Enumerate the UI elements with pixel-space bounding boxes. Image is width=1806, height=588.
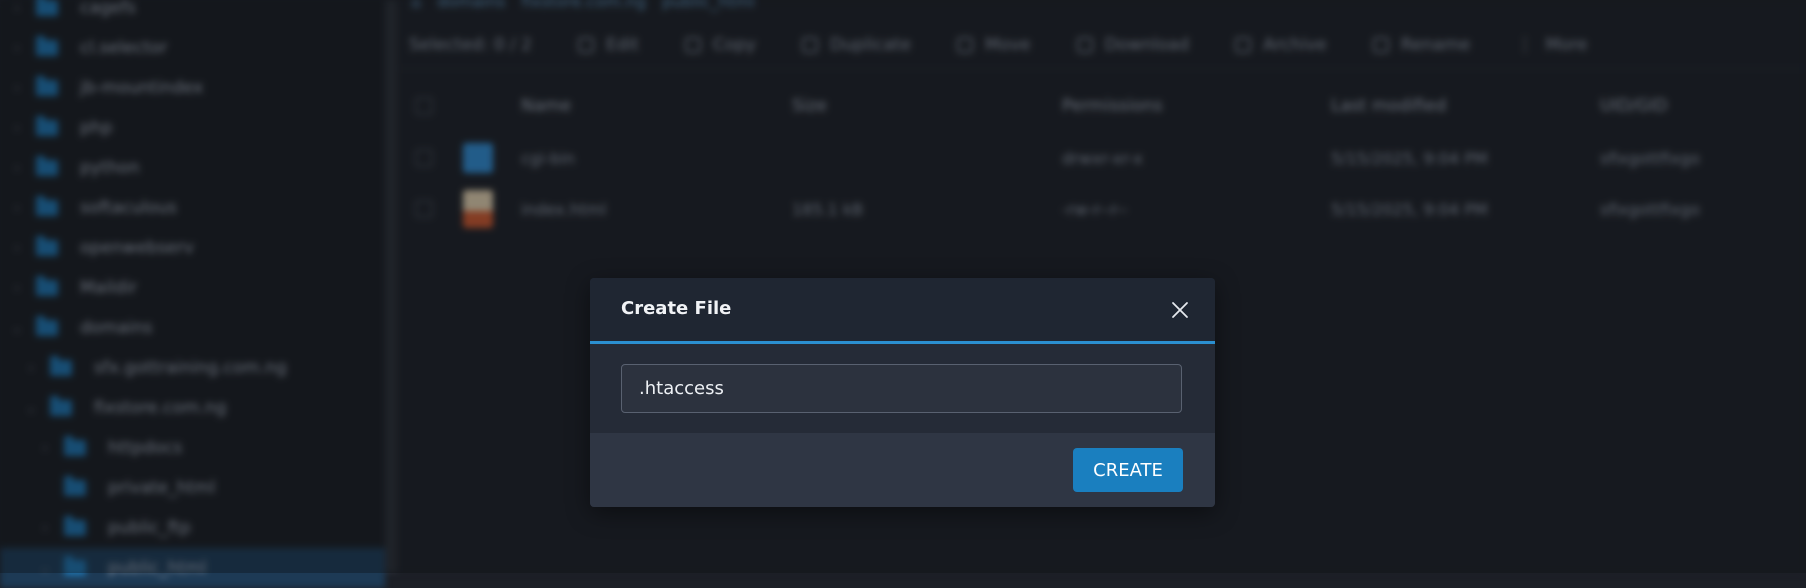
dialog-title: Create File [621,298,732,319]
filename-input[interactable] [621,364,1182,413]
dialog-header: Create File [590,278,1215,344]
close-icon [1172,302,1188,318]
create-file-dialog: Create File CREATE [590,278,1215,507]
dialog-footer: CREATE [590,433,1215,507]
create-button[interactable]: CREATE [1073,448,1183,492]
close-button[interactable] [1169,299,1191,321]
dialog-body [590,344,1215,442]
